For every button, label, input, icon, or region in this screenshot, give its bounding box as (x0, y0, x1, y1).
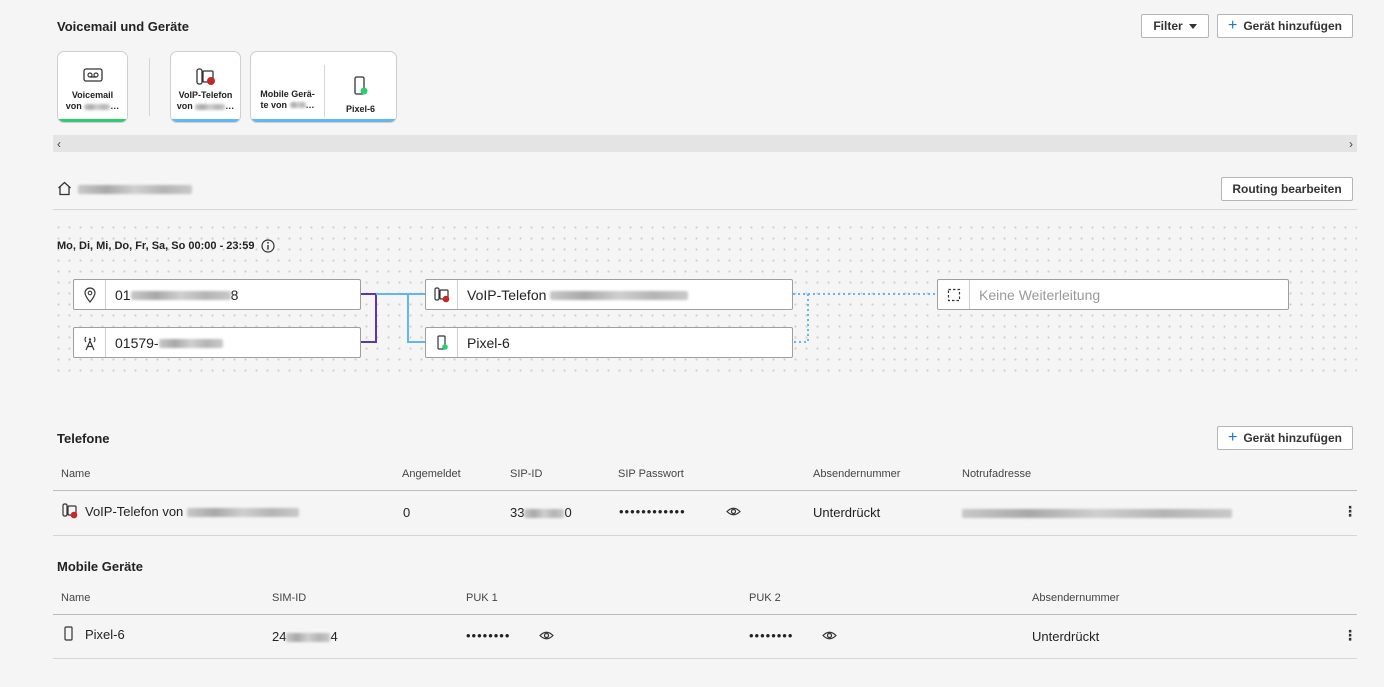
forwarding-label: Keine Weiterleitung (979, 286, 1101, 303)
voip-phone-icon (62, 503, 78, 519)
number-node-2[interactable]: 01579- (73, 327, 361, 358)
mobile-row-name: Pixel-6 (85, 627, 125, 642)
mobile-row-sim-suffix: 4 (330, 629, 338, 644)
phone-row-sip-prefix: 33 (510, 505, 525, 520)
col-absendernummer[interactable]: Absendernummer (813, 468, 900, 480)
col-sip-id[interactable]: SIP-ID (510, 468, 542, 480)
col-sip-password[interactable]: SIP Passwort (618, 468, 684, 480)
phones-title: Telefone (57, 431, 110, 446)
dashed-square-icon (938, 280, 970, 309)
mobile-phone-icon (64, 626, 73, 641)
col-absendernummer[interactable]: Absendernummer (1032, 592, 1119, 604)
phones-add-label: Gerät hinzufügen (1243, 431, 1343, 445)
voip-target-label: VoIP-Telefon (467, 286, 547, 303)
divider (53, 490, 1357, 491)
location-pin-icon (74, 280, 106, 309)
number1-suffix: 8 (230, 286, 239, 303)
plus-icon: + (1228, 429, 1238, 446)
phone-row-notrufadresse (962, 509, 1232, 518)
row-menu-icon[interactable]: ⋮ (1343, 503, 1357, 520)
eye-icon[interactable] (539, 630, 554, 641)
phone-row-absender: Unterdrückt (813, 505, 881, 520)
mobile-row-puk1: •••••••• (466, 628, 511, 643)
pixel6-target-label: Pixel-6 (467, 334, 510, 351)
forwarding-node[interactable]: Keine Weiterleitung (937, 279, 1289, 310)
mobile-phone-icon (426, 328, 458, 357)
mobile-row-absender: Unterdrückt (1032, 629, 1100, 644)
antenna-icon (74, 328, 106, 357)
divider (53, 535, 1357, 536)
pixel6-target-node[interactable]: Pixel-6 (425, 327, 793, 358)
phone-row-name: VoIP-Telefon von (85, 504, 184, 519)
phone-row-angemeldet: 0 (403, 505, 411, 520)
col-puk2[interactable]: PUK 2 (749, 592, 781, 604)
mobile-title: Mobile Geräte (57, 559, 143, 574)
mobile-row-puk2: •••••••• (749, 628, 794, 643)
divider (53, 658, 1357, 659)
voip-phone-icon (426, 280, 458, 309)
phone-row-sip-suffix: 0 (564, 505, 572, 520)
eye-icon[interactable] (726, 506, 741, 517)
number2-prefix: 01579- (115, 334, 159, 351)
phones-add-button[interactable]: + Gerät hinzufügen (1217, 426, 1353, 450)
number-node-1[interactable]: 01 8 (73, 279, 361, 310)
row-menu-icon[interactable]: ⋮ (1343, 627, 1357, 644)
divider (53, 614, 1357, 615)
col-puk1[interactable]: PUK 1 (466, 592, 498, 604)
phone-row-password: •••••••••••• (619, 504, 686, 519)
col-name[interactable]: Name (61, 468, 90, 480)
number1-prefix: 01 (115, 286, 131, 303)
col-name[interactable]: Name (61, 592, 90, 604)
col-angemeldet[interactable]: Angemeldet (402, 468, 461, 480)
voip-target-node[interactable]: VoIP-Telefon (425, 279, 793, 310)
col-sim-id[interactable]: SIM-ID (272, 592, 306, 604)
eye-icon[interactable] (822, 630, 837, 641)
col-notrufadresse[interactable]: Notrufadresse (962, 468, 1031, 480)
mobile-row-sim-prefix: 24 (272, 629, 287, 644)
